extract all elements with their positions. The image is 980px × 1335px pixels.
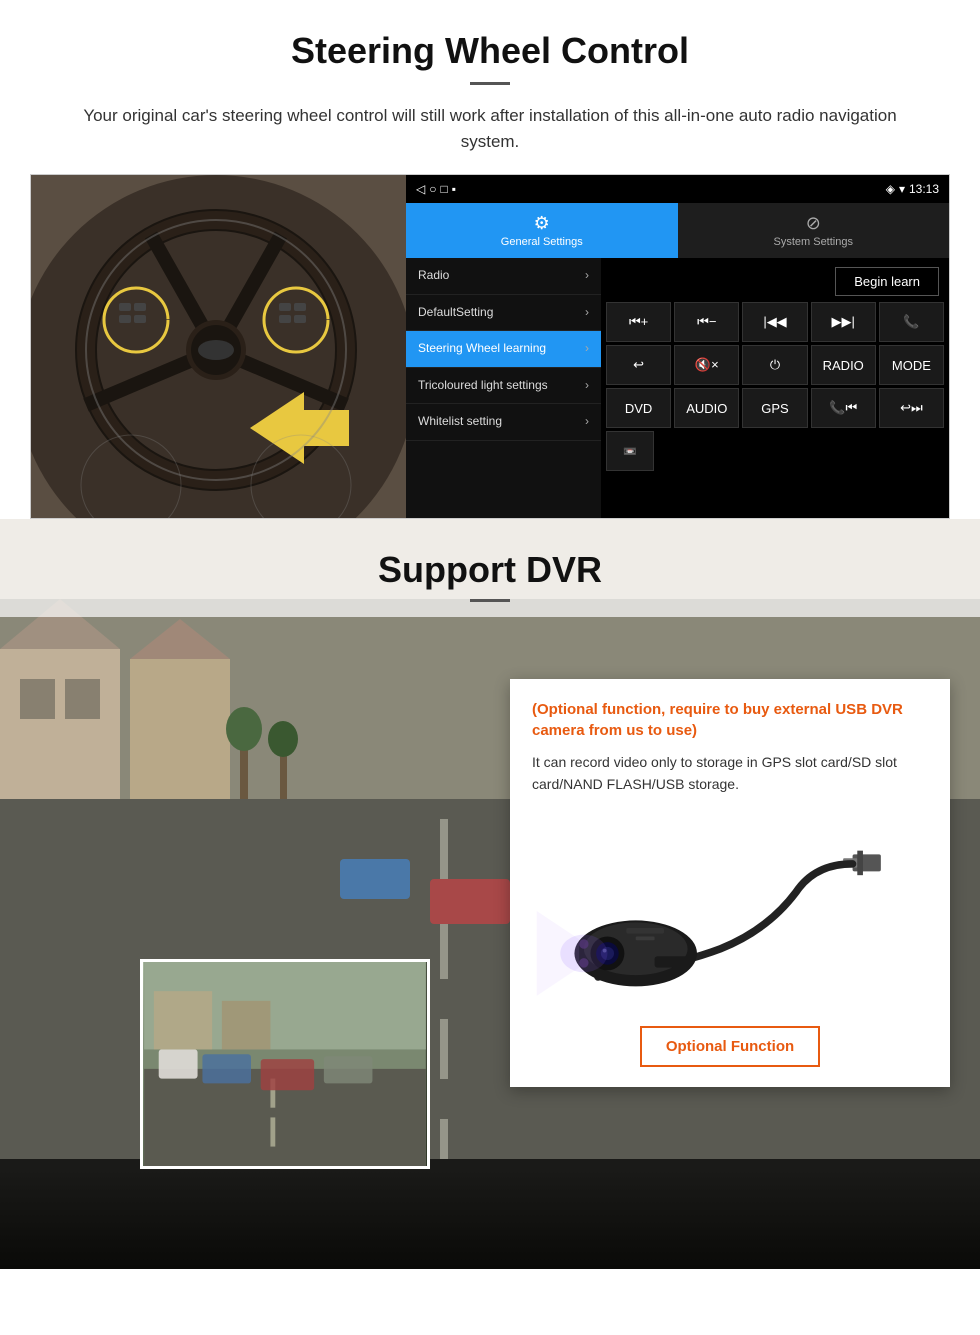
btn-vol-plus[interactable]: ⏮+ — [606, 302, 671, 342]
section-support-dvr: Support DVR — [0, 519, 980, 1269]
btn-gps[interactable]: GPS — [742, 388, 807, 428]
btn-power[interactable]: ⏻ — [742, 345, 807, 385]
status-time: 13:13 — [909, 182, 939, 196]
android-statusbar: ◁ ○ □ ▪ ◈ ▾ 13:13 — [406, 175, 949, 203]
menu-control-area: Radio › DefaultSetting › Steering Wheel … — [406, 258, 949, 518]
btn-mode[interactable]: MODE — [879, 345, 944, 385]
system-settings-icon: ⊘ — [806, 213, 821, 234]
section1-title: Steering Wheel Control — [40, 30, 940, 72]
dvr-preview-image — [140, 959, 430, 1169]
menu-tri-label: Tricoloured light settings — [418, 378, 548, 394]
dvr-desc-text: It can record video only to storage in G… — [532, 751, 928, 796]
control-row-1: ⏮+ ⏮− |◀◀ ▶▶| 📞 — [606, 302, 944, 342]
btn-mute[interactable]: 🔇× — [674, 345, 739, 385]
btn-vol-minus[interactable]: ⏮− — [674, 302, 739, 342]
btn-dvd-icon[interactable]: 📼 — [606, 431, 654, 471]
chevron-right-icon: › — [585, 341, 589, 357]
android-ui-panel: ◁ ○ □ ▪ ◈ ▾ 13:13 ⚙ General Settings ⊘ S… — [406, 175, 949, 518]
section2-divider — [470, 599, 510, 602]
dvr-optional-text: (Optional function, require to buy exter… — [532, 699, 928, 741]
btn-phone[interactable]: 📞 — [879, 302, 944, 342]
dvr-camera-illustration — [532, 811, 928, 1011]
control-row-2: ↩ 🔇× ⏻ RADIO MODE — [606, 345, 944, 385]
btn-phone-prev[interactable]: 📞⏮ — [811, 388, 876, 428]
control-row-4: 📼 — [606, 431, 944, 471]
steering-wheel-control-panel: Begin learn ⏮+ ⏮− |◀◀ ▶▶| 📞 ↩ 🔇× ⏻ RADIO… — [601, 258, 949, 518]
menu-item-defaultsetting[interactable]: DefaultSetting › — [406, 295, 601, 332]
chevron-right-icon: › — [585, 414, 589, 430]
btn-hang-up[interactable]: ↩ — [606, 345, 671, 385]
menu-radio-label: Radio — [418, 268, 449, 284]
steering-wheel-screenshot: ◁ ○ □ ▪ ◈ ▾ 13:13 ⚙ General Settings ⊘ S… — [30, 174, 950, 519]
menu-swl-label: Steering Wheel learning — [418, 341, 546, 357]
android-tab-bar: ⚙ General Settings ⊘ System Settings — [406, 203, 949, 258]
begin-learn-button[interactable]: Begin learn — [835, 267, 939, 296]
tab-system-settings-label: System Settings — [774, 236, 853, 248]
chevron-right-icon: › — [585, 378, 589, 394]
menu-item-whitelist[interactable]: Whitelist setting › — [406, 404, 601, 441]
menu-item-steering-wheel-learning[interactable]: Steering Wheel learning › — [406, 331, 601, 368]
dvr-background: Support DVR — [0, 519, 980, 1269]
tab-general-settings-label: General Settings — [501, 236, 583, 248]
status-location-icon: ◈ — [886, 182, 895, 196]
section2-title: Support DVR — [0, 549, 980, 591]
btn-dvd[interactable]: DVD — [606, 388, 671, 428]
nav-back-icon: ◁ — [416, 182, 425, 196]
control-row-3: DVD AUDIO GPS 📞⏮ ↩⏭ — [606, 388, 944, 428]
dashboard-bottom — [0, 1169, 980, 1269]
btn-radio[interactable]: RADIO — [811, 345, 876, 385]
menu-item-tricoloured[interactable]: Tricoloured light settings › — [406, 368, 601, 405]
status-wifi-icon: ▾ — [899, 182, 905, 196]
nav-camera-icon: ▪ — [452, 182, 456, 196]
section1-description: Your original car's steering wheel contr… — [60, 103, 920, 154]
chevron-right-icon: › — [585, 268, 589, 284]
menu-item-radio[interactable]: Radio › — [406, 258, 601, 295]
btn-audio[interactable]: AUDIO — [674, 388, 739, 428]
settings-menu-list: Radio › DefaultSetting › Steering Wheel … — [406, 258, 601, 518]
btn-prev-track[interactable]: |◀◀ — [742, 302, 807, 342]
begin-learn-row: Begin learn — [606, 263, 944, 299]
steering-wheel-photo — [31, 175, 406, 519]
optional-function-button[interactable]: Optional Function — [640, 1026, 820, 1067]
general-settings-icon: ⚙ — [534, 213, 550, 234]
tab-general-settings[interactable]: ⚙ General Settings — [406, 203, 678, 258]
btn-back-next[interactable]: ↩⏭ — [879, 388, 944, 428]
dvr-title-area: Support DVR — [0, 519, 980, 617]
section-steering-wheel: Steering Wheel Control Your original car… — [0, 0, 980, 154]
btn-next-track[interactable]: ▶▶| — [811, 302, 876, 342]
nav-recent-icon: □ — [440, 182, 447, 196]
dvr-info-card: (Optional function, require to buy exter… — [510, 679, 950, 1087]
menu-defaultsetting-label: DefaultSetting — [418, 305, 493, 321]
menu-whitelist-label: Whitelist setting — [418, 414, 502, 430]
nav-home-icon: ○ — [429, 182, 436, 196]
tab-system-settings[interactable]: ⊘ System Settings — [678, 203, 950, 258]
section1-divider — [470, 82, 510, 85]
chevron-right-icon: › — [585, 305, 589, 321]
